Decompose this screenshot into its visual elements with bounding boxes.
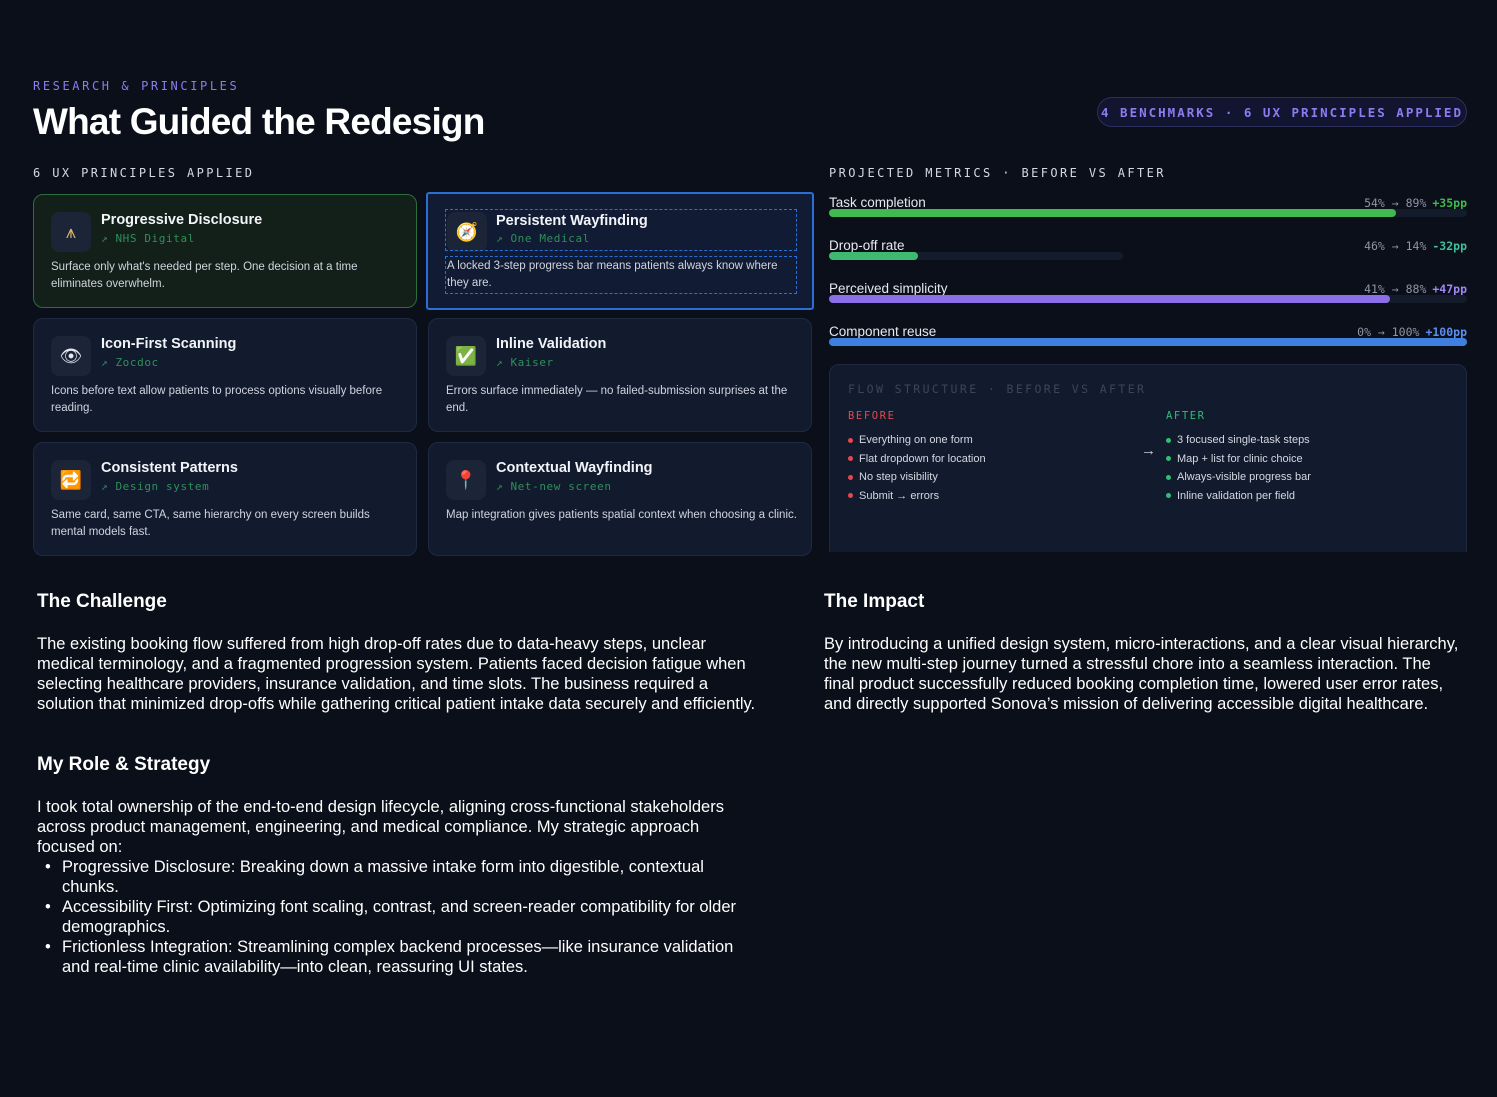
list-item: Flat dropdown for location	[848, 450, 986, 469]
principle-card-contextual-wayfinding[interactable]: 📍 Contextual Wayfinding ↗ Net-new screen…	[428, 442, 812, 556]
card-source: ↗ Net-new screen	[496, 480, 612, 493]
metric-fill	[829, 338, 1467, 346]
metric-delta: +47pp	[1432, 282, 1467, 296]
list-item: 3 focused single-task steps	[1166, 431, 1311, 450]
after-label: AFTER	[1166, 410, 1206, 422]
card-title: Inline Validation	[496, 336, 607, 352]
card-source: ↗ NHS Digital	[101, 232, 195, 245]
summary-badge: 4 BENCHMARKS · 6 UX PRINCIPLES APPLIED	[1097, 97, 1467, 127]
list-item: No step visibility	[848, 468, 986, 487]
metric-perceived-simplicity: Perceived simplicity 41% → 88% +47pp	[829, 281, 1467, 321]
arrow-right-icon: →	[1141, 442, 1156, 459]
list-item: Inline validation per field	[1166, 487, 1311, 506]
principle-card-consistent-patterns[interactable]: 🔁 Consistent Patterns ↗ Design system Sa…	[33, 442, 417, 556]
metric-task-completion: Task completion 54% → 89% +35pp	[829, 195, 1467, 235]
list-item: Always-visible progress bar	[1166, 468, 1311, 487]
flow-structure-panel: FLOW STRUCTURE · BEFORE VS AFTER BEFORE …	[829, 364, 1467, 552]
principle-card-progressive-disclosure[interactable]: ⩚ Progressive Disclosure ↗ NHS Digital S…	[33, 194, 417, 308]
card-title: Progressive Disclosure	[101, 212, 263, 228]
metric-delta: -32pp	[1432, 239, 1467, 253]
metric-values: 54% → 89%	[1364, 196, 1427, 210]
card-title: Icon-First Scanning	[101, 336, 237, 352]
card-source: ↗ Design system	[101, 480, 210, 493]
after-list: 3 focused single-task steps Map + list f…	[1166, 431, 1311, 505]
list-item: Everything on one form	[848, 431, 986, 450]
metric-track	[829, 209, 1467, 217]
card-description: Map integration gives patients spatial c…	[446, 509, 797, 521]
metric-component-reuse: Component reuse 0% → 100% +100pp	[829, 324, 1467, 364]
list-item: Accessibility First: Optimizing font sca…	[37, 897, 757, 937]
section-eyebrow: RESEARCH & PRINCIPLES	[33, 79, 240, 93]
metric-fill	[829, 295, 1390, 303]
map-pin-icon: 📍	[446, 460, 486, 500]
repeat-icon: 🔁	[51, 460, 91, 500]
metric-track	[829, 295, 1467, 303]
card-description: Surface only what's needed per step. One…	[51, 261, 358, 290]
metric-delta: +100pp	[1425, 325, 1467, 339]
card-description: Icons before text allow patients to proc…	[51, 385, 383, 414]
principles-label: 6 UX PRINCIPLES APPLIED	[33, 166, 255, 180]
card-description: Same card, same CTA, same hierarchy on e…	[51, 509, 370, 538]
card-description: A locked 3-step progress bar means patie…	[445, 256, 797, 294]
metric-track	[829, 252, 1123, 260]
impact-heading: The Impact	[824, 591, 925, 612]
before-label: BEFORE	[848, 410, 896, 422]
metric-label: Task completion	[829, 195, 926, 210]
card-description: Errors surface immediately — no failed-s…	[446, 385, 788, 414]
list-item: Progressive Disclosure: Breaking down a …	[37, 857, 757, 897]
eye-icon: 👁	[51, 336, 91, 376]
ladder-icon: ⩚	[51, 212, 91, 252]
flow-title: FLOW STRUCTURE · BEFORE VS AFTER	[848, 382, 1147, 396]
metric-values: 41% → 88%	[1364, 282, 1427, 296]
card-title: Contextual Wayfinding	[496, 460, 653, 476]
role-body: I took total ownership of the end-to-end…	[37, 798, 724, 856]
metric-drop-off-rate: Drop-off rate 46% → 14% -32pp	[829, 238, 1467, 278]
principle-card-inline-validation[interactable]: ✅ Inline Validation ↗ Kaiser Errors surf…	[428, 318, 812, 432]
list-item: Map + list for clinic choice	[1166, 450, 1311, 469]
card-source: ↗ One Medical	[496, 232, 590, 245]
challenge-body: The existing booking flow suffered from …	[37, 635, 756, 713]
card-title: Consistent Patterns	[101, 460, 238, 476]
metric-delta: +35pp	[1432, 196, 1467, 210]
list-item: Submit → errors	[848, 487, 986, 506]
metric-label: Component reuse	[829, 324, 937, 339]
check-icon: ✅	[446, 336, 486, 376]
principle-card-icon-first-scanning[interactable]: 👁 Icon-First Scanning ↗ Zocdoc Icons bef…	[33, 318, 417, 432]
card-source: ↗ Kaiser	[496, 356, 554, 369]
page-title: What Guided the Redesign	[33, 101, 485, 142]
metric-label: Drop-off rate	[829, 238, 905, 253]
before-list: Everything on one form Flat dropdown for…	[848, 431, 986, 505]
role-heading: My Role & Strategy	[37, 754, 211, 775]
metrics-label: PROJECTED METRICS · BEFORE VS AFTER	[829, 166, 1166, 180]
metric-track	[829, 338, 1467, 346]
card-source: ↗ Zocdoc	[101, 356, 159, 369]
impact-body: By introducing a unified design system, …	[824, 635, 1459, 713]
metric-fill	[829, 252, 918, 260]
metric-values: 0% → 100%	[1357, 325, 1420, 339]
card-title: Persistent Wayfinding	[496, 213, 648, 229]
metric-label: Perceived simplicity	[829, 281, 948, 296]
strategy-list: Progressive Disclosure: Breaking down a …	[37, 857, 757, 977]
metric-values: 46% → 14%	[1364, 239, 1427, 253]
principle-card-persistent-wayfinding[interactable]: 🧭 Persistent Wayfinding ↗ One Medical A …	[426, 192, 814, 310]
list-item: Frictionless Integration: Streamlining c…	[37, 937, 757, 977]
metric-fill	[829, 209, 1396, 217]
challenge-heading: The Challenge	[37, 591, 167, 612]
